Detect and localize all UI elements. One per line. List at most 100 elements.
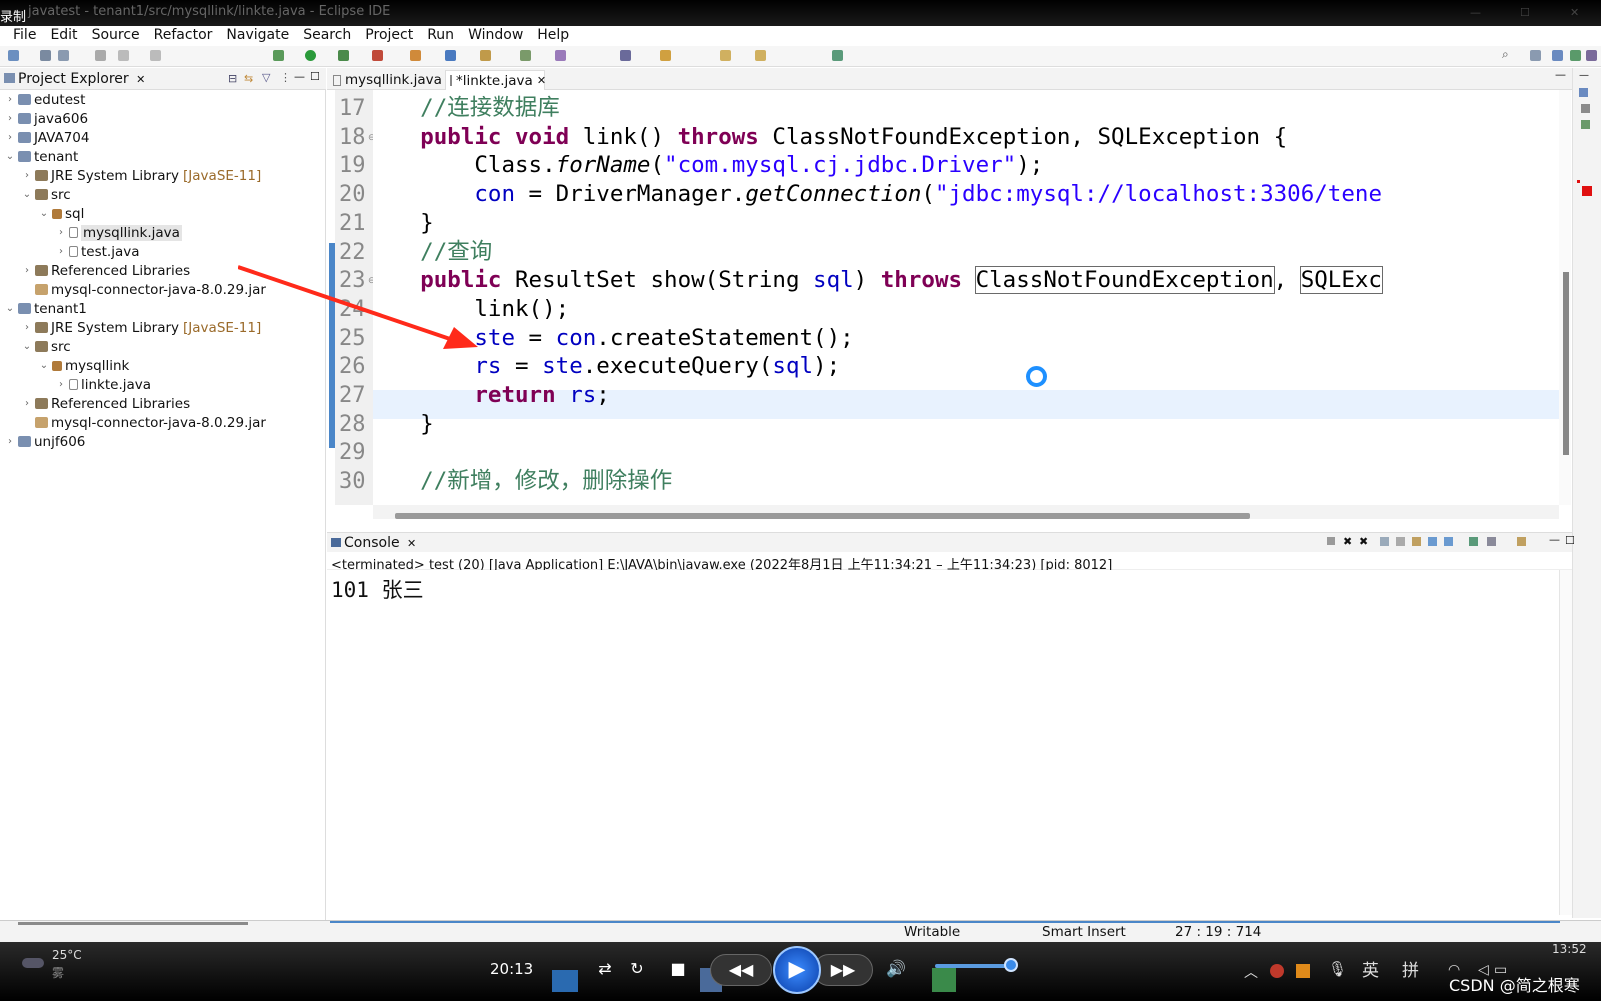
tray-app-icon[interactable] <box>1296 964 1310 978</box>
filter-icon[interactable]: ▽ <box>262 71 270 84</box>
tree-item[interactable]: › mysqllink.java <box>55 223 182 242</box>
close-icon[interactable]: ✕ <box>407 537 416 550</box>
back-icon[interactable] <box>720 50 731 61</box>
next-annotation-icon[interactable] <box>620 50 631 61</box>
tree-item[interactable]: › JRE System Library [JavaSE-11] <box>21 166 261 185</box>
restore-icon[interactable] <box>1579 88 1588 97</box>
fast-forward-icon[interactable]: ▶▶ <box>813 954 873 986</box>
menu-edit[interactable]: Edit <box>43 26 84 46</box>
remove-all-icon[interactable]: ✖ <box>1359 535 1368 548</box>
expand-toggle-icon[interactable]: › <box>55 246 67 257</box>
task-list-icon[interactable] <box>1581 120 1590 129</box>
maximize-icon[interactable]: ☐ <box>1520 6 1530 19</box>
console-output-area[interactable]: 101 张三 <box>327 570 1572 915</box>
expand-toggle-icon[interactable]: ⌄ <box>21 341 33 352</box>
expand-toggle-icon[interactable]: › <box>55 379 67 390</box>
terminate-icon[interactable] <box>150 50 161 61</box>
expand-toggle-icon[interactable]: › <box>4 436 16 447</box>
tree-item[interactable]: ⌄ src <box>21 185 71 204</box>
external-tools-icon[interactable] <box>372 50 383 61</box>
pin-console-icon[interactable] <box>1469 537 1478 546</box>
menu-window[interactable]: Window <box>461 26 530 46</box>
expand-toggle-icon[interactable]: ⌄ <box>21 189 33 200</box>
annotation-icon[interactable] <box>555 50 566 61</box>
menu-run[interactable]: Run <box>420 26 461 46</box>
expand-toggle-icon[interactable]: › <box>4 113 16 124</box>
last-edit-icon[interactable] <box>660 50 671 61</box>
minimize-icon[interactable]: — <box>1470 6 1481 19</box>
link-editor-icon[interactable]: ⇆ <box>244 72 253 85</box>
editor-horizontal-scroll-thumb[interactable] <box>395 513 1250 519</box>
play-button[interactable]: ▶ <box>773 946 821 994</box>
console-vertical-scrollbar[interactable] <box>1559 570 1572 915</box>
show-on-output-icon[interactable] <box>1428 537 1437 546</box>
maximize-view-icon[interactable]: ☐ <box>1565 534 1575 547</box>
tree-item[interactable]: ⌄ tenant1 <box>4 299 87 318</box>
weather-temp[interactable]: 25°C <box>52 948 82 962</box>
minimize-view-icon[interactable]: — <box>1549 533 1560 546</box>
view-menu-icon[interactable]: ⋮ <box>280 71 291 84</box>
tree-item[interactable]: › JAVA704 <box>4 128 90 147</box>
new-java-project-icon[interactable] <box>410 50 421 61</box>
tree-item[interactable]: › Referenced Libraries <box>21 261 190 280</box>
minimize-view-icon[interactable]: — <box>294 70 305 83</box>
error-marker-icon[interactable] <box>1582 186 1592 196</box>
menu-refactor[interactable]: Refactor <box>147 26 220 46</box>
open-perspective-icon[interactable] <box>1530 50 1541 61</box>
word-wrap-icon[interactable] <box>1412 537 1421 546</box>
menu-help[interactable]: Help <box>530 26 576 46</box>
expand-toggle-icon[interactable]: › <box>21 170 33 181</box>
run-icon[interactable] <box>305 50 316 61</box>
tray-app-icon[interactable] <box>1270 964 1284 978</box>
expand-toggle-icon[interactable]: › <box>21 322 33 333</box>
tree-item[interactable]: ⌄ mysqllink <box>38 356 130 375</box>
menu-source[interactable]: Source <box>85 26 147 46</box>
expand-toggle-icon[interactable]: ⌄ <box>38 360 50 371</box>
tree-item[interactable]: › test.java <box>55 242 140 261</box>
close-icon[interactable]: ✕ <box>136 73 145 86</box>
pin-editor-icon[interactable] <box>832 50 843 61</box>
expand-toggle-icon[interactable]: › <box>55 227 67 238</box>
expand-toggle-icon[interactable]: › <box>4 94 16 105</box>
speaker-icon[interactable]: 🔊 <box>880 954 912 986</box>
resume-icon[interactable] <box>118 50 129 61</box>
expand-toggle-icon[interactable]: ⌄ <box>38 208 50 219</box>
tree-item[interactable]: › edutest <box>4 90 85 109</box>
minimize-editor-icon[interactable]: — <box>1555 68 1566 81</box>
search-toolbar-icon[interactable] <box>520 50 531 61</box>
tree-item[interactable]: mysql-connector-java-8.0.29.jar <box>21 413 266 432</box>
close-icon[interactable]: ✕ <box>1570 6 1579 19</box>
tab-linkte-java[interactable]: *linkte.java ✕ <box>445 70 546 90</box>
volume-slider[interactable] <box>935 964 1015 968</box>
menu-search[interactable]: Search <box>296 26 358 46</box>
save-icon[interactable] <box>40 50 51 61</box>
java-perspective-icon[interactable] <box>1552 50 1563 61</box>
status-cursor-position[interactable]: 27 : 19 : 714 <box>1175 924 1261 940</box>
scroll-lock-icon[interactable] <box>1396 537 1405 546</box>
open-type-icon[interactable] <box>480 50 491 61</box>
save-all-icon[interactable] <box>58 50 69 61</box>
tab-mysqllink-java[interactable]: mysqllink.java <box>329 70 446 90</box>
debug-perspective-icon[interactable] <box>1570 50 1581 61</box>
taskbar-clock[interactable]: 13:52 <box>1552 942 1587 956</box>
tree-item[interactable]: › unjf606 <box>4 432 85 451</box>
tree-item[interactable]: › java606 <box>4 109 88 128</box>
editor-vertical-scroll-thumb[interactable] <box>1563 272 1569 455</box>
code-editor[interactable]: //连接数据库 public void link() throws ClassN… <box>373 90 1559 505</box>
tree-item[interactable]: › JRE System Library [JavaSE-11] <box>21 318 261 337</box>
status-insert-mode[interactable]: Smart Insert <box>1042 924 1126 940</box>
remove-launch-icon[interactable]: ✖ <box>1343 535 1352 548</box>
tree-item[interactable]: › linkte.java <box>55 375 151 394</box>
coverage-icon[interactable] <box>338 50 349 61</box>
expand-toggle-icon[interactable]: › <box>4 132 16 143</box>
close-tab-icon[interactable]: ✕ <box>537 74 546 87</box>
maximize-view-icon[interactable]: ☐ <box>310 70 320 83</box>
expand-toggle-icon[interactable]: › <box>21 265 33 276</box>
expand-toggle-icon[interactable]: › <box>21 398 33 409</box>
rewind-icon[interactable]: ◀◀ <box>710 954 772 986</box>
tree-item[interactable]: ⌄ src <box>21 337 71 356</box>
collapse-all-icon[interactable]: ⊟ <box>228 72 237 85</box>
menu-navigate[interactable]: Navigate <box>219 26 296 46</box>
git-perspective-icon[interactable] <box>1586 50 1597 61</box>
stop-icon[interactable]: ■ <box>665 954 691 986</box>
